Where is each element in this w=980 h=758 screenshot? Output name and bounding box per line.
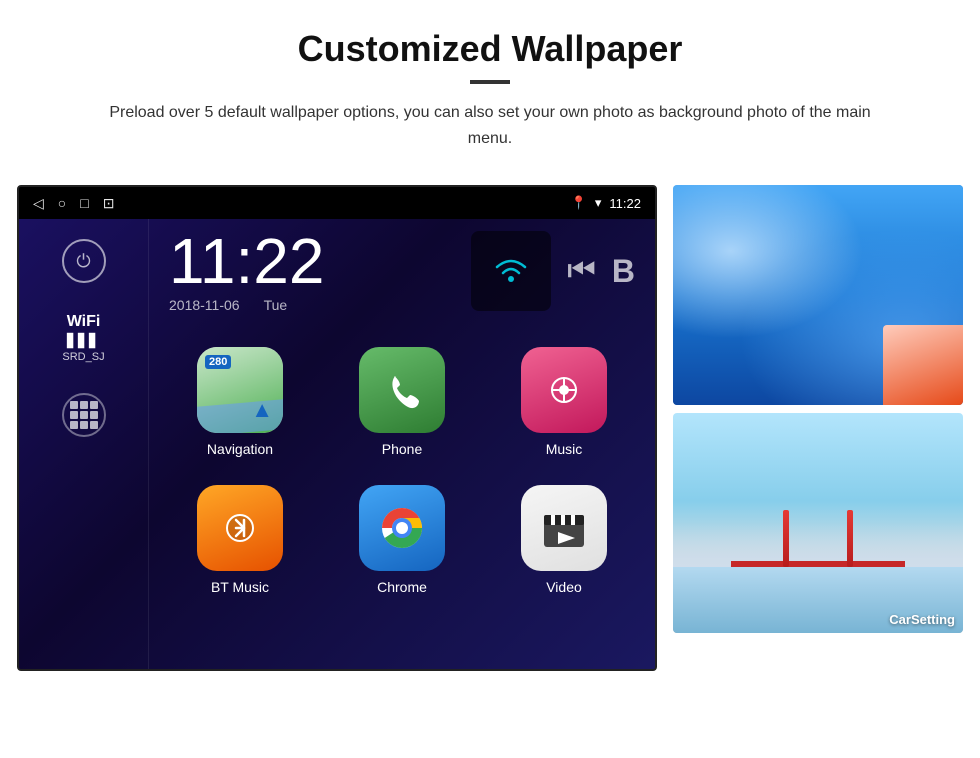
page-title: Customized Wallpaper (60, 28, 920, 70)
phone-icon (359, 347, 445, 433)
navigation-icon: 280 ▲ (197, 347, 283, 433)
home-circle-icon: ○ (58, 195, 66, 211)
app-label-video: Video (546, 579, 582, 595)
status-right: 📍 ▾ 11:22 (571, 195, 641, 211)
app-item-music[interactable]: Music (483, 333, 645, 471)
app-label-phone: Phone (382, 441, 422, 457)
status-left: ◁ ○ □ ⊡ (33, 195, 114, 212)
chrome-icon (359, 485, 445, 571)
screen-body: ⏻ WiFi ▋▋▋ SRD_SJ (19, 219, 655, 669)
bridge-body (731, 479, 905, 567)
wifi-bars: ▋▋▋ (62, 333, 104, 349)
top-widgets: ⏮ B (471, 231, 635, 311)
bridge-deck (731, 561, 905, 567)
location-icon: 📍 (571, 195, 587, 211)
wifi-network-name: SRD_SJ (62, 351, 104, 363)
bridge-tower-right (847, 510, 853, 567)
grid-button[interactable] (62, 393, 106, 437)
grid-icon (70, 401, 98, 429)
app-item-navigation[interactable]: 280 ▲ Navigation (159, 333, 321, 471)
app-item-phone[interactable]: Phone (321, 333, 483, 471)
bluetooth-widget[interactable]: B (612, 253, 635, 290)
recents-icon: □ (80, 195, 88, 211)
wp-ice-overlay (883, 325, 963, 405)
wp-ice-bg (673, 185, 963, 405)
wallpaper-golden-gate[interactable]: CarSetting (673, 413, 963, 633)
top-section: 11:22 2018-11-06 Tue (149, 219, 655, 323)
screenshot-icon: ⊡ (103, 195, 115, 212)
skip-back-button[interactable]: ⏮ (567, 252, 596, 290)
page-subtitle: Preload over 5 default wallpaper options… (100, 100, 880, 151)
music-icon (521, 347, 607, 433)
video-icon (521, 485, 607, 571)
app-label-chrome: Chrome (377, 579, 427, 595)
clock-day-value: Tue (264, 297, 288, 313)
wifi-icon: ▾ (595, 195, 602, 211)
main-content: ◁ ○ □ ⊡ 📍 ▾ 11:22 ⏻ WiFi ▋▋▋ SRD_SJ (0, 161, 980, 691)
wallpaper-ice-cave[interactable] (673, 185, 963, 405)
app-item-chrome[interactable]: Chrome (321, 471, 483, 609)
bt-music-icon (197, 485, 283, 571)
app-grid: 280 ▲ Navigation Phone (149, 323, 655, 619)
wifi-signal-icon (491, 251, 531, 291)
clock-date: 2018-11-06 Tue (169, 297, 451, 313)
nav-arrow-icon: ▲ (251, 397, 273, 423)
status-time: 11:22 (609, 196, 641, 211)
app-label-navigation: Navigation (207, 441, 273, 457)
app-label-music: Music (546, 441, 583, 457)
app-label-bt-music: BT Music (211, 579, 269, 595)
main-area: 11:22 2018-11-06 Tue (149, 219, 655, 669)
app-item-video[interactable]: Video (483, 471, 645, 609)
android-sidebar: ⏻ WiFi ▋▋▋ SRD_SJ (19, 219, 149, 669)
wp-bridge-bg: CarSetting (673, 413, 963, 633)
carsetting-label: CarSetting (889, 612, 955, 627)
page-header: Customized Wallpaper Preload over 5 defa… (0, 0, 980, 161)
wallpaper-panel: CarSetting (673, 185, 963, 633)
title-divider (470, 80, 510, 84)
bridge-tower-left (783, 510, 789, 567)
clock-date-value: 2018-11-06 (169, 297, 240, 313)
android-screen: ◁ ○ □ ⊡ 📍 ▾ 11:22 ⏻ WiFi ▋▋▋ SRD_SJ (17, 185, 657, 671)
status-bar: ◁ ○ □ ⊡ 📍 ▾ 11:22 (19, 187, 655, 219)
back-arrow-icon: ◁ (33, 195, 44, 212)
power-button[interactable]: ⏻ (62, 239, 106, 283)
nav-badge: 280 (205, 355, 231, 369)
wifi-block: WiFi ▋▋▋ SRD_SJ (62, 313, 104, 363)
wifi-widget[interactable] (471, 231, 551, 311)
wifi-label: WiFi (62, 313, 104, 331)
clock-block: 11:22 2018-11-06 Tue (169, 229, 451, 313)
clock-time: 11:22 (169, 229, 451, 293)
app-item-bt-music[interactable]: BT Music (159, 471, 321, 609)
